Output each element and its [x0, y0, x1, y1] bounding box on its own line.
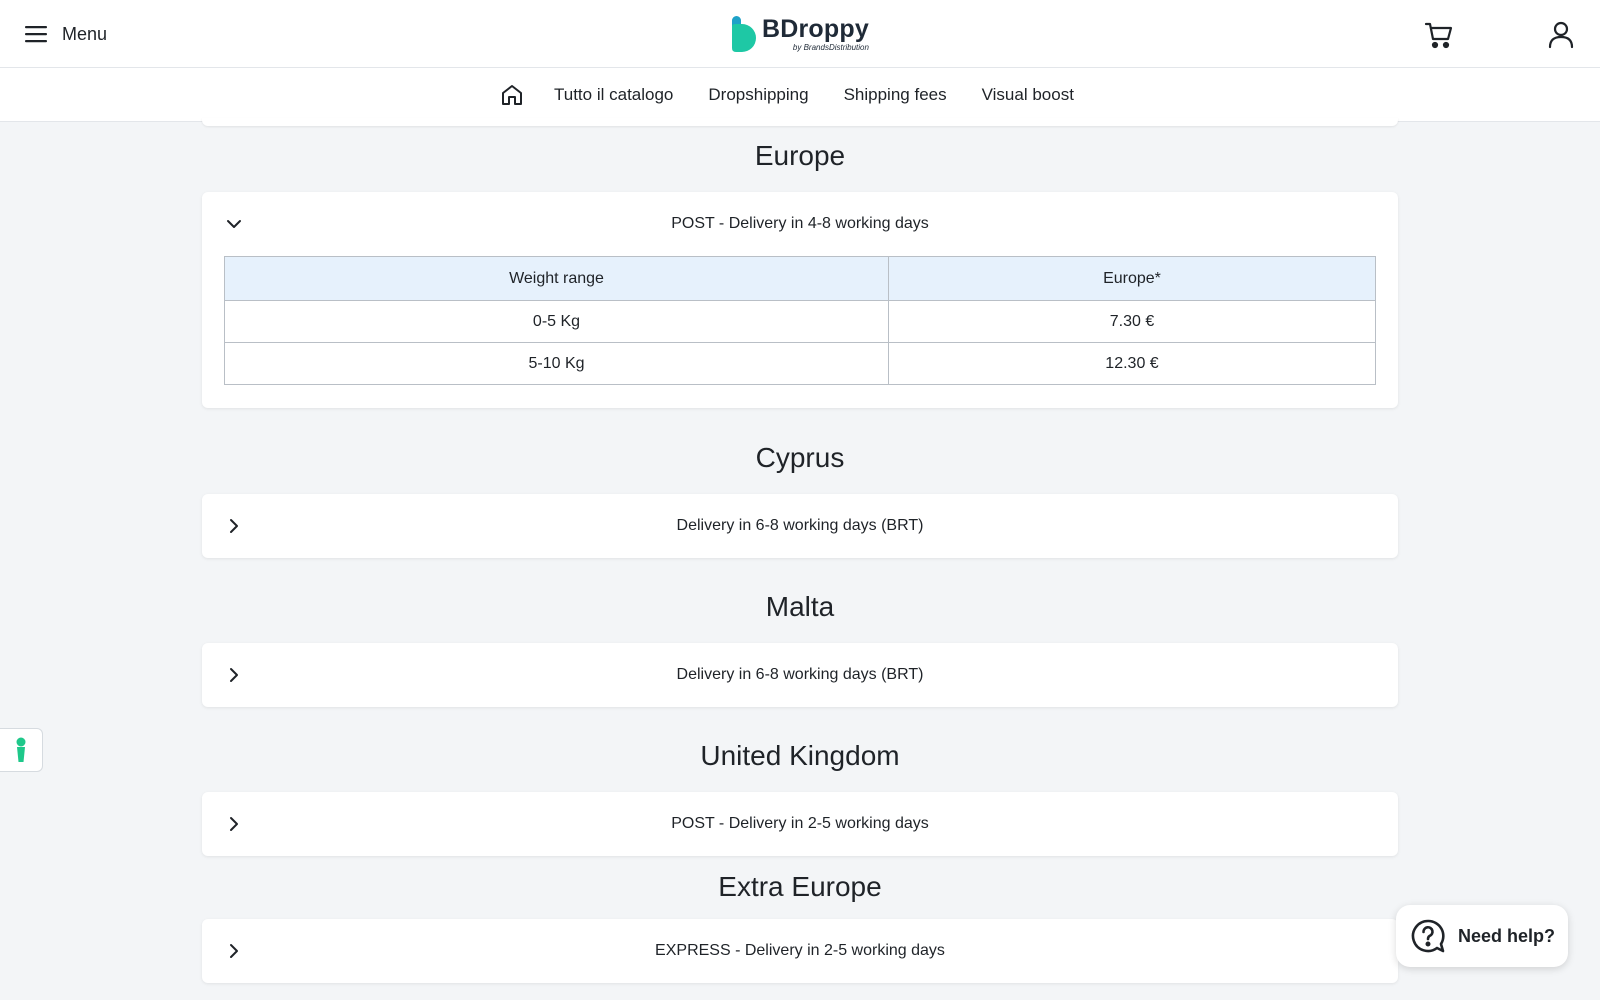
top-header: Menu BDroppy by BrandsDistribution	[0, 0, 1600, 68]
accordion-title: EXPRESS - Delivery in 2-5 working days	[655, 942, 945, 959]
table-cell-price: 7.30 €	[888, 300, 1376, 343]
accordion-title: Delivery in 6-8 working days (BRT)	[676, 517, 924, 534]
rates-table: Weight range Europe* 0-5 Kg 7.30 € 5-10 …	[224, 256, 1376, 385]
need-help-label: Need help?	[1458, 925, 1556, 946]
home-icon	[502, 85, 522, 105]
nav-link-catalog[interactable]: Tutto il catalogo	[554, 85, 673, 105]
accessibility-icon	[16, 737, 26, 762]
menu-button[interactable]: Menu	[24, 20, 107, 48]
shipping-card-cyprus: Delivery in 6-8 working days (BRT)	[202, 494, 1398, 558]
accordion-title: POST - Delivery in 4-8 working days	[671, 215, 929, 232]
section-title-malta: Malta	[765, 591, 835, 622]
brand-logo[interactable]: BDroppy by BrandsDistribution	[730, 10, 869, 58]
menu-label: Menu	[62, 23, 108, 44]
hamburger-icon	[25, 26, 47, 43]
user-icon	[1548, 21, 1574, 49]
accordion-header-cyprus[interactable]: Delivery in 6-8 working days (BRT)	[202, 494, 1398, 558]
shipping-card-united-kingdom: POST - Delivery in 2-5 working days	[202, 792, 1398, 856]
nav-link-shipping-fees[interactable]: Shipping fees	[844, 85, 947, 105]
help-chat-icon	[1411, 919, 1445, 953]
account-button[interactable]	[1548, 21, 1574, 49]
accordion-title: Delivery in 6-8 working days (BRT)	[676, 666, 924, 683]
cart-button[interactable]	[1424, 20, 1454, 50]
table-header-europe: Europe*	[888, 256, 1376, 301]
brand-subtitle: by BrandsDistribution	[792, 43, 869, 52]
section-title-cyprus: Cyprus	[755, 442, 845, 473]
shipping-card-europe: POST - Delivery in 4-8 working days Weig…	[202, 192, 1398, 408]
accessibility-button[interactable]	[0, 728, 43, 772]
cart-icon	[1424, 22, 1453, 49]
accordion-header-europe[interactable]: POST - Delivery in 4-8 working days	[202, 192, 1398, 256]
section-title-europe: Europe	[754, 140, 846, 171]
accordion-header-united-kingdom[interactable]: POST - Delivery in 2-5 working days	[202, 792, 1398, 856]
nav-home-link[interactable]	[498, 81, 526, 109]
table-cell-weight: 0-5 Kg	[224, 300, 889, 343]
table-header-weight: Weight range	[224, 256, 889, 301]
table-header-row: Weight range Europe*	[224, 256, 1376, 301]
accordion-title: POST - Delivery in 2-5 working days	[671, 815, 929, 832]
nav-link-visual-boost[interactable]: Visual boost	[982, 85, 1074, 105]
shipping-card-extra-europe: EXPRESS - Delivery in 2-5 working days	[202, 919, 1398, 983]
previous-card-edge	[202, 118, 1398, 126]
nav-link-dropshipping[interactable]: Dropshipping	[708, 85, 808, 105]
brand-name: BDroppy	[762, 15, 869, 43]
brand-logo-icon	[732, 16, 756, 52]
table-row: 0-5 Kg 7.30 €	[224, 300, 1376, 343]
table-row: 5-10 Kg 12.30 €	[224, 342, 1376, 385]
table-cell-weight: 5-10 Kg	[224, 342, 889, 385]
shipping-card-malta: Delivery in 6-8 working days (BRT)	[202, 643, 1398, 707]
section-title-extra-europe: Extra Europe	[718, 871, 882, 902]
accordion-header-malta[interactable]: Delivery in 6-8 working days (BRT)	[202, 643, 1398, 707]
section-title-united-kingdom: United Kingdom	[700, 740, 900, 771]
table-cell-price: 12.30 €	[888, 342, 1376, 385]
main-nav: Tutto il catalogo Dropshipping Shipping …	[0, 68, 1600, 122]
accordion-header-extra-europe[interactable]: EXPRESS - Delivery in 2-5 working days	[202, 919, 1398, 983]
need-help-button[interactable]: Need help?	[1396, 905, 1568, 967]
